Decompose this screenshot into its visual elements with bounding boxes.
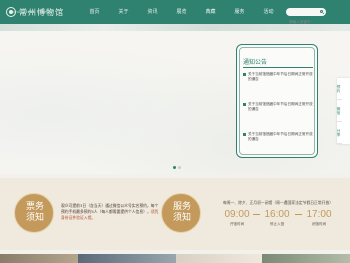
nav-item-about[interactable]: 关于 bbox=[109, 0, 138, 24]
notice-title: 通知公告 bbox=[243, 59, 268, 66]
search-icon[interactable] bbox=[320, 10, 323, 13]
bullet-icon bbox=[243, 73, 246, 76]
notice-divider bbox=[243, 67, 313, 68]
time-value: 16:00 bbox=[264, 209, 290, 220]
carousel-dot[interactable] bbox=[173, 166, 176, 169]
search-box bbox=[286, 8, 326, 26]
notice-item-text: 关于当前馆馆藏中年节后日期间正常开放的通告 bbox=[248, 72, 313, 81]
bullet-icon bbox=[243, 103, 246, 106]
nav-item-news[interactable]: 资讯 bbox=[138, 0, 167, 24]
feature-image[interactable] bbox=[176, 254, 262, 263]
notice-item[interactable]: 关于当前馆馆藏中年节后日期间正常开放的通告 bbox=[243, 102, 315, 132]
time-last-entry: 16:00 停止入馆 bbox=[261, 209, 293, 227]
ticket-notice-body: 观众可提前3日（含当天）通过微信公众号实名预约，每个预约手机最多预约5人（每人都… bbox=[61, 203, 159, 214]
closing-days-text: 每周一、除夕、正月初一闭馆（周一遇国家法定节假日正常开放） bbox=[222, 200, 334, 205]
feature-image[interactable] bbox=[78, 254, 176, 263]
hero-top-strip bbox=[0, 24, 350, 31]
carousel-indicators bbox=[173, 166, 181, 169]
service-notice-badge[interactable]: 服务 须知 bbox=[161, 193, 201, 233]
main-nav: 首页 关于 资讯 展览 典藏 服务 活动 bbox=[80, 0, 283, 24]
notice-panel: 通知公告 关于当前馆馆藏中年节后日期间正常开放的通告 关于当前馆馆藏中年节后日期… bbox=[236, 44, 318, 158]
ticket-notice-badge[interactable]: 票务 须知 bbox=[14, 193, 54, 233]
badge-line-2: 须知 bbox=[172, 213, 191, 223]
nav-item-home[interactable]: 首页 bbox=[80, 0, 109, 24]
side-item-share[interactable]: 分享 bbox=[337, 122, 342, 144]
time-label: 停止入馆 bbox=[269, 222, 285, 226]
time-opening: 09:00 开馆时间 bbox=[221, 209, 253, 227]
side-float-toolbar: 预约 微信 分享 bbox=[337, 78, 350, 144]
nav-item-events[interactable]: 活动 bbox=[254, 0, 283, 24]
notice-item[interactable]: 关于当前馆馆藏中年节后日期间正常开放的通告 bbox=[243, 132, 315, 162]
time-separator bbox=[253, 214, 260, 215]
ticket-notice-text: 观众可提前3日（含当天）通过微信公众号实名预约，每个预约手机最多预约5人（每人都… bbox=[61, 203, 159, 221]
badge-title: 服务 须知 bbox=[162, 202, 202, 224]
badge-title: 票务 须知 bbox=[15, 202, 55, 224]
time-closing: 17:00 闭馆时间 bbox=[303, 209, 335, 227]
side-item-reservation[interactable]: 预约 bbox=[337, 78, 342, 100]
opening-hours: 09:00 开馆时间 16:00 停止入馆 17:00 闭馆时间 bbox=[221, 209, 341, 231]
side-item-wechat[interactable]: 微信 bbox=[337, 100, 342, 122]
nav-item-services[interactable]: 服务 bbox=[225, 0, 254, 24]
time-value: 09:00 bbox=[224, 209, 250, 220]
time-separator bbox=[295, 214, 302, 215]
time-value: 17:00 bbox=[306, 209, 332, 220]
notice-item-text: 关于当前馆馆藏中年节后日期间正常开放的通告 bbox=[248, 132, 313, 141]
badge-line-1: 票务 bbox=[25, 202, 44, 212]
feature-image[interactable] bbox=[262, 254, 350, 263]
time-label: 闭馆时间 bbox=[311, 222, 327, 226]
badge-line-1: 服务 bbox=[172, 202, 191, 212]
time-label: 开馆时间 bbox=[229, 222, 245, 226]
bullet-icon bbox=[243, 133, 246, 136]
notice-list: 关于当前馆馆藏中年节后日期间正常开放的通告 关于当前馆馆藏中年节后日期间正常开放… bbox=[243, 72, 315, 162]
notice-item[interactable]: 关于当前馆馆藏中年节后日期间正常开放的通告 bbox=[243, 72, 315, 102]
logo-subtitle: CHANGZHOU MUSEUM bbox=[13, 10, 52, 14]
carousel-dot[interactable] bbox=[178, 166, 181, 169]
notice-item-text: 关于当前馆馆藏中年节后日期间正常开放的通告 bbox=[248, 102, 313, 111]
nav-item-collections[interactable]: 典藏 bbox=[196, 0, 225, 24]
top-navigation-bar: 常州博物馆 CHANGZHOU MUSEUM 首页 关于 资讯 展览 典藏 服务… bbox=[0, 0, 350, 26]
nav-item-exhibitions[interactable]: 展览 bbox=[167, 0, 196, 24]
feature-image[interactable] bbox=[0, 254, 78, 263]
badge-line-2: 须知 bbox=[25, 213, 44, 223]
